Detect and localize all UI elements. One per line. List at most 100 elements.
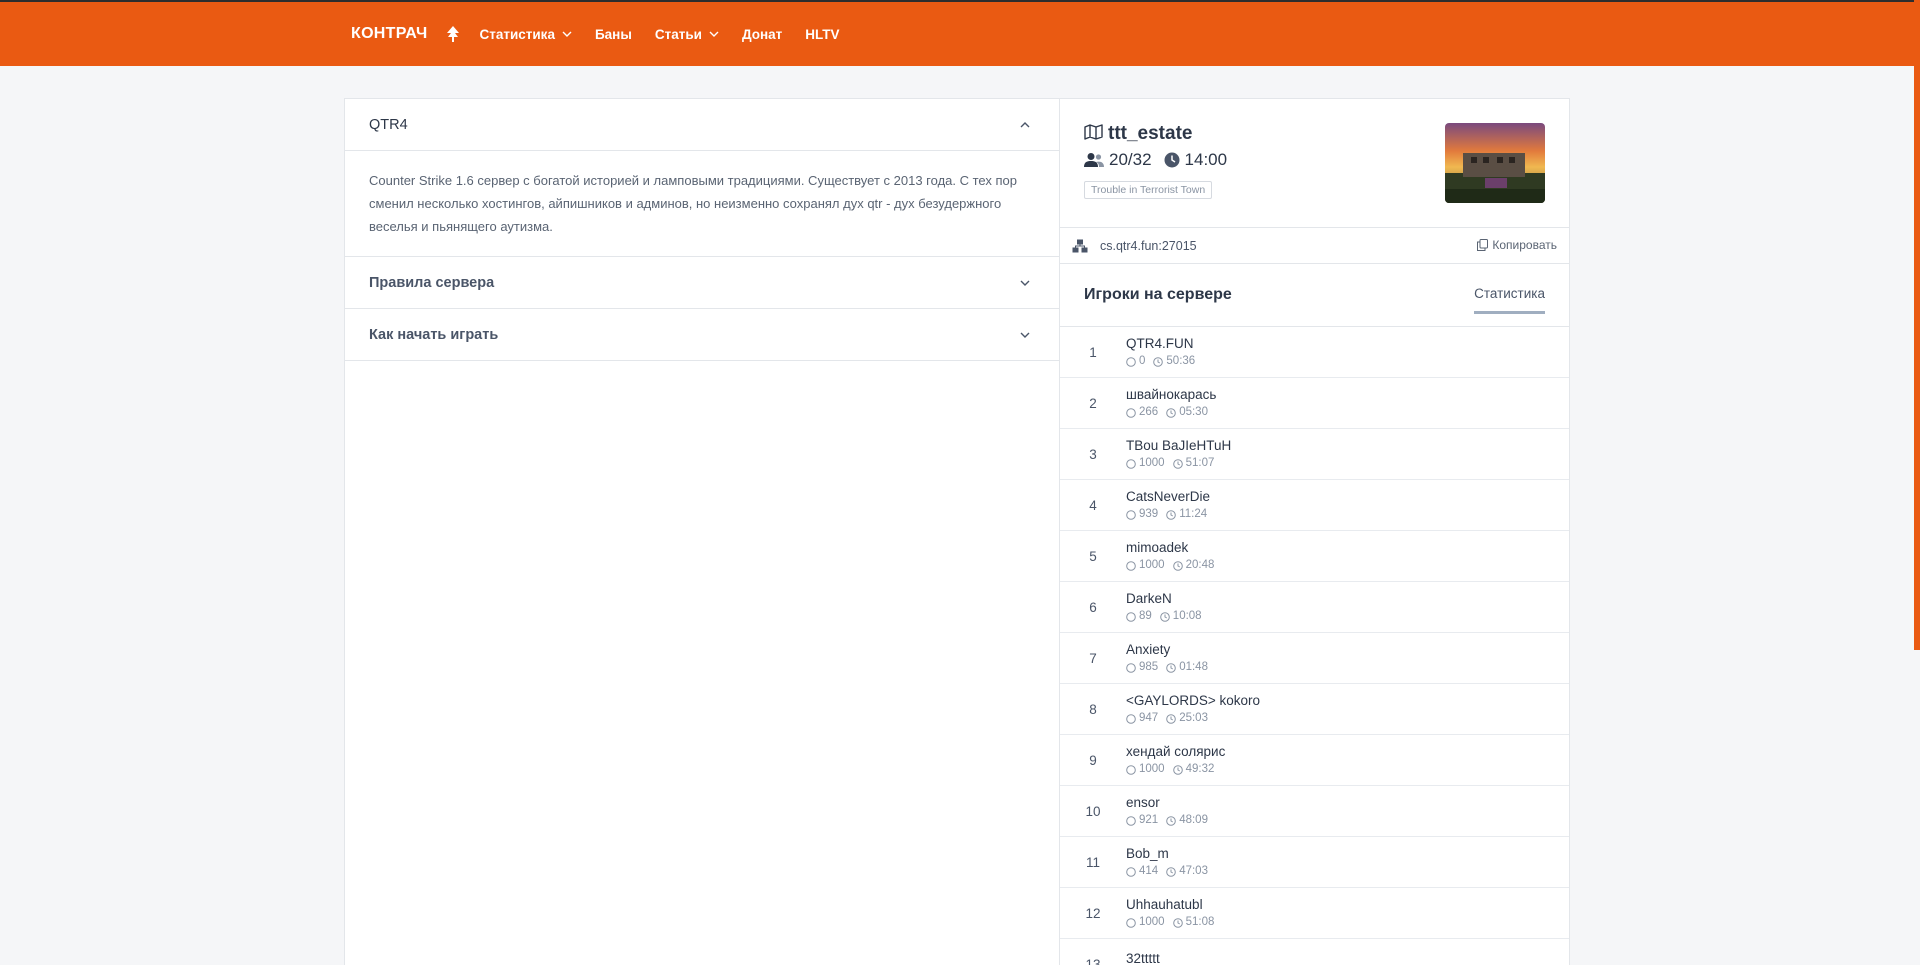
player-name: 32ttttt [1126, 950, 1160, 965]
player-info: Uhhauhatubl 1000 51:08 [1126, 896, 1214, 930]
player-name: QTR4.FUN [1126, 336, 1194, 351]
chevron-down-icon [1019, 277, 1031, 289]
tab-statistics[interactable]: Статистика [1474, 278, 1545, 314]
player-time: 51:07 [1185, 457, 1215, 469]
server-info-accordion: QTR4 Counter Strike 1.6 сервер с богатой… [344, 98, 1060, 965]
player-info: <GAYLORDS> kokoro 947 25:03 [1126, 692, 1260, 726]
circle-icon [1126, 917, 1136, 928]
copy-icon [1477, 239, 1489, 251]
player-row[interactable]: 8 <GAYLORDS> kokoro 947 25:03 [1060, 684, 1569, 735]
nav-item-articles[interactable]: Статьи [655, 27, 719, 42]
circle-icon [1126, 662, 1136, 673]
circle-icon [1126, 458, 1136, 469]
copy-address-button[interactable]: Копировать [1477, 238, 1557, 252]
player-time: 51:08 [1185, 916, 1215, 928]
player-meta: 921 48:09 [1126, 813, 1208, 828]
chevron-down-icon [709, 29, 719, 39]
nav-item-label: HLTV [805, 26, 840, 42]
player-row[interactable]: 13 32ttttt [1060, 939, 1569, 965]
server-status-panel: ttt_estate 20/32 14:00 Trouble in Terror… [1060, 98, 1570, 965]
player-meta: 0 50:36 [1126, 354, 1195, 369]
player-name: Bob_m [1126, 846, 1169, 861]
players-header: Игроки на сервере Статистика [1060, 264, 1569, 327]
chevron-down-icon [1019, 329, 1031, 341]
map-preview-image [1445, 123, 1545, 203]
player-meta: 1000 20:48 [1126, 558, 1214, 573]
game-mode-badge: Trouble in Terrorist Town [1084, 181, 1213, 199]
player-time: 49:32 [1185, 763, 1215, 775]
player-row[interactable]: 6 DarkeN 89 10:08 [1060, 582, 1569, 633]
server-address[interactable]: cs.qtr4.fun:27015 [1100, 239, 1197, 253]
server-description: Counter Strike 1.6 сервер с богатой исто… [345, 151, 1059, 257]
player-index: 5 [1089, 548, 1097, 564]
nav-item-donate[interactable]: Донат [742, 27, 782, 42]
nav-item-bans[interactable]: Баны [595, 27, 632, 42]
nav-inner: КОНТРАЧ Статистика Баны Статьи Донат HLT… [351, 2, 863, 66]
player-info: ensor 921 48:09 [1126, 794, 1208, 828]
clock-icon [1166, 713, 1176, 724]
player-time: 10:08 [1172, 610, 1202, 622]
clock-icon [1172, 560, 1183, 571]
player-score: 939 [1139, 508, 1159, 520]
map-row: ttt_estate [1084, 123, 1192, 145]
player-meta: 939 11:24 [1126, 507, 1210, 522]
player-name: mimoadek [1126, 540, 1189, 555]
clock-icon [1166, 662, 1176, 673]
nav-item-hltv[interactable]: HLTV [805, 27, 839, 42]
player-index: 1 [1089, 344, 1097, 360]
player-row[interactable]: 2 швайнокарась 266 05:30 [1060, 378, 1569, 429]
player-row[interactable]: 12 Uhhauhatubl 1000 51:08 [1060, 888, 1569, 939]
player-index: 2 [1089, 395, 1097, 411]
player-index: 10 [1085, 803, 1101, 819]
chevron-up-icon [1019, 119, 1031, 131]
player-meta: 1000 51:07 [1126, 456, 1231, 471]
circle-icon [1126, 764, 1136, 775]
player-row[interactable]: 4 CatsNeverDie 939 11:24 [1060, 480, 1569, 531]
server-address-row: cs.qtr4.fun:27015 Копировать [1060, 228, 1569, 264]
player-score: 1000 [1139, 916, 1165, 928]
player-row[interactable]: 1 QTR4.FUN 0 50:36 [1060, 327, 1569, 378]
accordion-header-rules[interactable]: Правила сервера [345, 257, 1059, 309]
clock-icon [1159, 611, 1170, 622]
player-index: 9 [1089, 752, 1097, 768]
player-score: 414 [1139, 865, 1159, 877]
accordion-header-howto[interactable]: Как начать играть [345, 309, 1059, 361]
circle-icon [1126, 815, 1136, 826]
player-row[interactable]: 11 Bob_m 414 47:03 [1060, 837, 1569, 888]
map-icon [1084, 123, 1103, 145]
copy-label: Копировать [1492, 238, 1557, 252]
brand-logo[interactable]: КОНТРАЧ [351, 25, 427, 43]
player-row[interactable]: 9 хендай солярис 1000 49:32 [1060, 735, 1569, 786]
player-row[interactable]: 7 Anxiety 985 01:48 [1060, 633, 1569, 684]
circle-icon [1126, 611, 1136, 622]
clock-icon [1166, 866, 1176, 877]
player-time: 48:09 [1179, 814, 1208, 826]
accordion-title: Правила сервера [369, 274, 495, 291]
nav-item-statistics[interactable]: Статистика [479, 27, 572, 42]
player-info: QTR4.FUN 0 50:36 [1126, 335, 1195, 369]
player-time: 47:03 [1179, 865, 1208, 877]
player-info: швайнокарась 266 05:30 [1126, 386, 1216, 420]
player-score: 1000 [1139, 763, 1165, 775]
clock-icon [1153, 356, 1164, 367]
clock-icon [1164, 152, 1180, 168]
nav-item-label: Донат [741, 26, 783, 42]
accordion-header-server[interactable]: QTR4 [345, 99, 1059, 151]
clock-icon [1166, 407, 1176, 418]
player-time: 25:03 [1179, 712, 1208, 724]
player-info: 32ttttt [1126, 950, 1160, 965]
players-title: Игроки на сервере [1084, 286, 1232, 303]
player-row[interactable]: 3 TBou BaJIeHTuH 1000 51:07 [1060, 429, 1569, 480]
clock-icon [1172, 764, 1183, 775]
player-row[interactable]: 10 ensor 921 48:09 [1060, 786, 1569, 837]
player-score: 985 [1139, 661, 1159, 673]
top-navbar: КОНТРАЧ Статистика Баны Статьи Донат HLT… [0, 0, 1920, 66]
network-icon [1072, 239, 1088, 253]
player-time: 50:36 [1166, 355, 1196, 367]
server-header: ttt_estate 20/32 14:00 Trouble in Terror… [1060, 99, 1569, 228]
player-row[interactable]: 5 mimoadek 1000 20:48 [1060, 531, 1569, 582]
player-time: 11:24 [1179, 508, 1208, 520]
player-index: 11 [1085, 854, 1100, 870]
map-name: ttt_estate [1108, 123, 1193, 144]
scrollbar[interactable] [1914, 0, 1920, 650]
